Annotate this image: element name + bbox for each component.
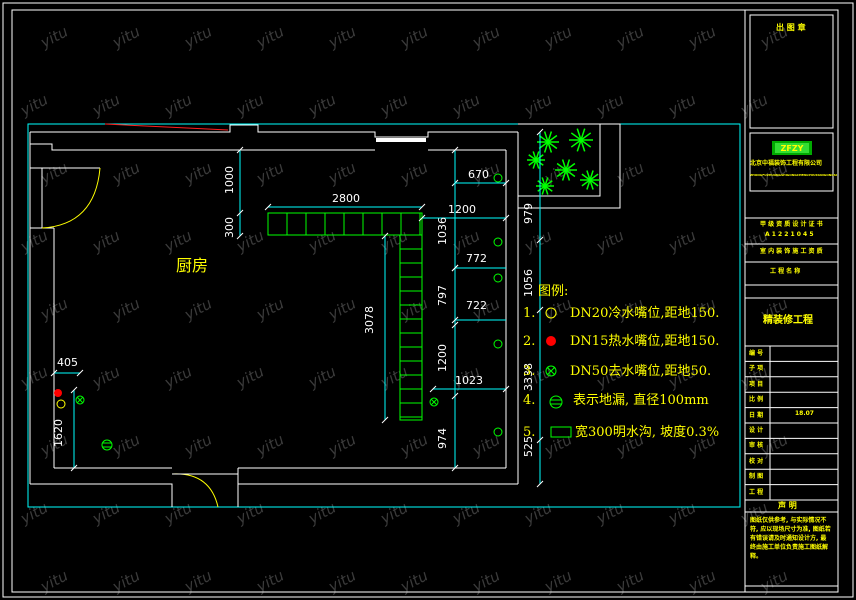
cold-water-low (493, 427, 503, 437)
cold-water-top (493, 173, 503, 183)
statement-label: 声 明 (778, 501, 797, 510)
legend-num-2: 2. (523, 334, 536, 349)
cert-2: A 1 2 2 1 0 4 5 (765, 231, 814, 238)
fixtures (54, 173, 503, 451)
title-block-row-lines (745, 360, 838, 486)
dim-722: 722 (466, 299, 487, 312)
legend-text-4: 表示地漏, 直径100mm (573, 393, 709, 408)
title-block-row-label: 制 图 (749, 473, 764, 481)
plant-symbol (555, 159, 577, 181)
cold-water-mid (493, 237, 503, 247)
red-accent (104, 123, 229, 131)
dim-1200a: 1200 (448, 203, 476, 216)
company-sub: ZHONGFUZHUANGSHIGONGCHENGYOUXIANGONGSI (750, 173, 838, 177)
project-name: 精装修工程 (763, 315, 813, 326)
title-block-row-label: 项 目 (749, 380, 764, 388)
legend-text-1: DN20冷水嘴位,距地150. (570, 306, 720, 321)
dim-counter-depth: 300 (223, 217, 236, 238)
room-walls (29, 124, 519, 508)
legend-num-1: 1. (523, 306, 536, 321)
dim-405: 405 (57, 356, 78, 369)
counter-tops (267, 212, 423, 421)
date-value: 18.07 (795, 410, 814, 417)
title-block-row-label: 日 期 (749, 411, 764, 419)
plant-symbol (527, 151, 545, 169)
title-block-row-label: 校 对 (749, 457, 764, 465)
dim-772: 772 (466, 252, 487, 265)
cert-3: 室 内 装 饰 施 工 资 质 (760, 248, 823, 255)
plant-symbol (536, 177, 554, 195)
legend-title: 图例: (538, 284, 569, 299)
dim-979: 979 (522, 203, 535, 224)
cold-water-mid3 (493, 339, 503, 349)
legend-text-2: DN15热水嘴位,距地150. (570, 334, 720, 349)
stamp-label: 出 图 章 (776, 23, 806, 32)
dim-1620: 1620 (52, 419, 65, 447)
title-block-row-label: 子 项 (749, 365, 764, 373)
title-block-row-label: 工 程 (749, 488, 764, 496)
dim-1056: 1056 (522, 269, 535, 297)
dim-797: 797 (436, 285, 449, 306)
plant-symbol (569, 128, 593, 152)
title-block-row-label: 编 号 (749, 350, 764, 357)
legend-text-5: 宽300明水沟, 坡度0.3% (575, 425, 720, 440)
window-opening (376, 138, 426, 142)
room-label: 厨房 (176, 256, 209, 275)
drain-point-left (75, 395, 85, 405)
legend-num-5: 5. (523, 425, 536, 440)
legend-num-3: 3. (523, 364, 536, 379)
legend-num-4: 4. (523, 393, 536, 408)
title-block-row-label: 设 计 (749, 427, 764, 434)
floor-drain-left (101, 439, 113, 451)
dim-1036: 1036 (436, 217, 449, 245)
dim-670: 670 (468, 168, 489, 181)
company-logo: ZFZY (772, 141, 812, 155)
dim-top-height: 1000 (223, 166, 236, 194)
title-block-row-label: 比 例 (749, 396, 764, 404)
dim-974: 974 (436, 428, 449, 449)
plant-symbols (527, 128, 600, 195)
legend-text-3: DN50去水嘴位,距地50. (570, 364, 712, 379)
outer-frame (2, 2, 854, 598)
svg-text:ZFZY: ZFZY (781, 144, 804, 153)
company-name: 北京中福装饰工程有限公司 (750, 160, 823, 167)
dim-counter-len: 3078 (363, 306, 376, 334)
plant-symbol (580, 170, 600, 190)
drain-point-mid (429, 397, 439, 407)
title-block-row-label: 审 核 (749, 442, 764, 450)
cert-1: 甲 级 资 质 设 计 证 书 (760, 221, 823, 228)
statement-text: 图纸仅供参考, 与实际情况不符, 应以现场尺寸为准, 图纸若有错误请及时通知设计… (750, 517, 831, 560)
counter-horizontal (267, 212, 423, 236)
project-name-label: 工 程 名 称 (770, 268, 801, 275)
dim-1023: 1023 (455, 374, 483, 387)
hot-water-point (54, 389, 62, 397)
legend-symbols (545, 307, 572, 438)
cold-water-mid2 (493, 273, 503, 283)
cad-drawing-canvas[interactable]: ZFZY (0, 0, 856, 600)
dim-1200b: 1200 (436, 344, 449, 372)
dim-top-width: 2800 (332, 192, 360, 205)
cold-water-point (56, 399, 66, 409)
inner-frame (11, 9, 746, 593)
